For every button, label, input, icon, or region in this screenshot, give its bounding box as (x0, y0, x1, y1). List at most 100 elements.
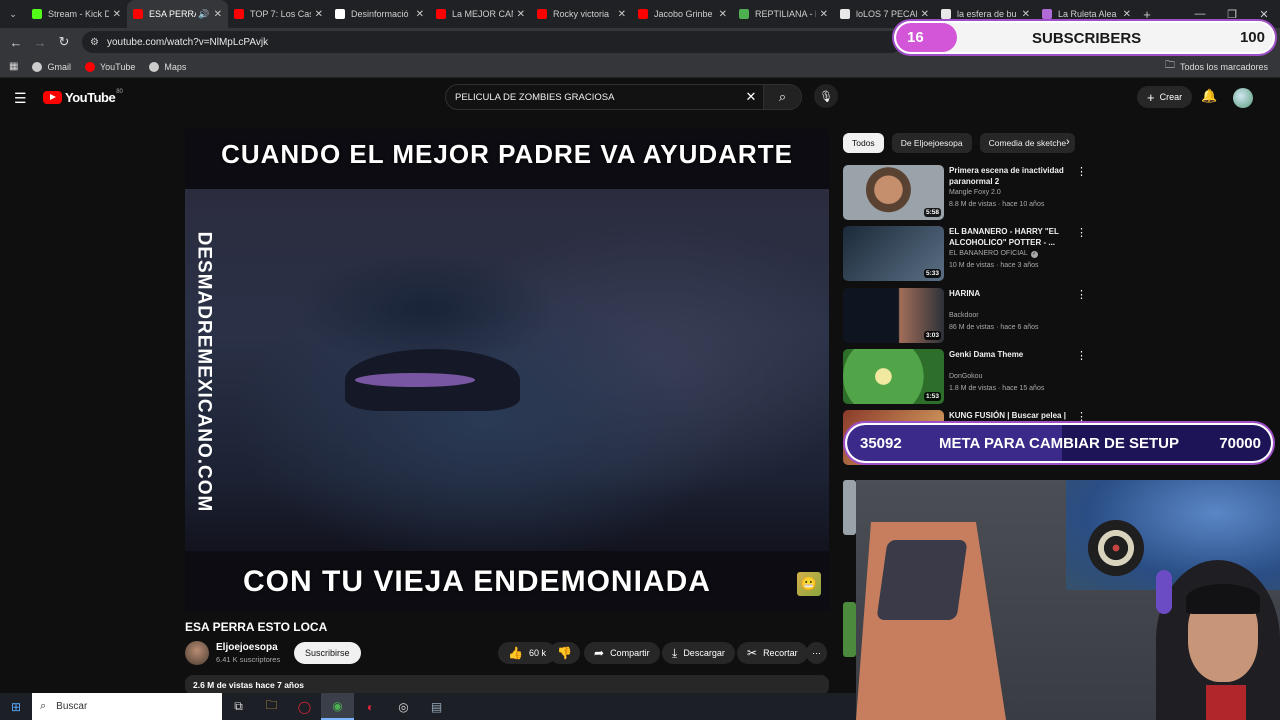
filter-chip[interactable]: Todos (843, 133, 884, 153)
browser-tab[interactable]: TOP 7: Los Cas ✕ (228, 0, 329, 28)
tab-close-icon[interactable]: ✕ (517, 9, 525, 20)
channel-avatar[interactable] (185, 641, 209, 665)
hamburger-menu-icon[interactable]: ☰ (14, 90, 27, 107)
video-player[interactable]: CUANDO EL MEJOR PADRE VA AYUDARTE DESMAD… (185, 129, 829, 611)
account-avatar[interactable] (1233, 88, 1253, 108)
like-button[interactable]: 👍 60 k (498, 642, 556, 664)
tab-favicon-icon (840, 9, 850, 19)
recommendation-item[interactable]: 1:53 Genki Dama Theme DonGokou 1.8 M de vis… (843, 349, 1087, 404)
chrome-icon[interactable]: ◉ (321, 693, 354, 720)
opera-icon[interactable]: ◐ (354, 693, 387, 720)
create-button[interactable]: + Crear (1137, 86, 1193, 108)
more-vert-icon[interactable]: ⋮ (1076, 349, 1087, 362)
task-view-icon[interactable]: ⧉ (222, 693, 255, 720)
tab-close-icon[interactable]: ✕ (416, 9, 424, 20)
tab-close-icon[interactable]: ✕ (820, 9, 828, 20)
site-settings-icon[interactable]: ⚙ (90, 37, 99, 48)
dislike-button[interactable]: 👎 (549, 642, 580, 664)
tab-title: ESA PERRA (149, 9, 197, 19)
tab-audio-icon[interactable]: 🔊 (198, 9, 209, 20)
thumbs-down-icon: 👎 (557, 646, 572, 660)
youtube-logo-text: YouTube (65, 90, 116, 105)
tab-title: Desinformació (351, 9, 409, 19)
video-duration: 1:53 (923, 392, 941, 401)
more-vert-icon[interactable]: ⋮ (1076, 288, 1087, 301)
close-window-icon[interactable]: ✕ (1248, 8, 1280, 21)
recommendation-channel: EL BANANERO OFICIAL ✓ (949, 250, 1038, 258)
browser-tab[interactable]: REPTILIANA - B ✕ (733, 0, 834, 28)
create-label: Crear (1159, 92, 1183, 102)
recommendation-meta: 1.8 M de vistas · hace 15 años (949, 385, 1045, 392)
filter-chip[interactable]: De Eljoejoesopa (891, 133, 972, 153)
url-text: youtube.com/watch?v=NlMpLcPAvjk (106, 36, 269, 48)
bookmark-item[interactable]: Maps (149, 61, 186, 72)
recommendation-title: EL BANANERO - HARRY "EL ALCOHOLICO" POTT… (949, 227, 1059, 247)
more-vert-icon[interactable]: ⋮ (1076, 410, 1087, 423)
tab-search-chevron-icon[interactable]: ⌄ (0, 0, 26, 28)
app-window-icon[interactable]: ▤ (420, 693, 453, 720)
browser-tab[interactable]: Desinformació ✕ (329, 0, 430, 28)
opera-gx-icon[interactable]: ◯ (288, 693, 321, 720)
clip-button[interactable]: ✂ Recortar (737, 642, 808, 664)
tab-close-icon[interactable]: ✕ (1123, 9, 1131, 20)
bookmark-item[interactable]: YouTube (84, 61, 135, 72)
apps-grid-icon[interactable]: ▦ (9, 61, 18, 72)
taskbar-search-placeholder: Buscar (56, 701, 88, 712)
clear-search-icon[interactable]: ✕ (739, 89, 763, 105)
screen: ⌄ Stream - Kick D ✕ ESA PERRA 🔊 ✕ TOP 7: Los … (0, 0, 1280, 720)
recommendation-thumbnail[interactable]: 5:33 (843, 226, 944, 281)
recommendation-thumbnail[interactable]: 5:58 (843, 165, 944, 220)
tab-title: REPTILIANA - B (755, 9, 816, 19)
reload-icon[interactable]: ↻ (52, 34, 76, 50)
tab-close-icon[interactable]: ✕ (1022, 9, 1030, 20)
subscribe-label: Suscribirse (305, 648, 350, 658)
obs-icon[interactable]: ◎ (387, 693, 420, 720)
voice-search-mic-icon[interactable]: 🎙 (814, 84, 838, 108)
search-input[interactable]: PELICULA DE ZOMBIES GRACIOSA (446, 92, 739, 103)
filter-chip[interactable]: Comedia de sketche (979, 133, 1076, 153)
all-bookmarks[interactable]: 🗀 Todos los marcadores (1165, 58, 1268, 75)
notifications-bell-icon[interactable]: 🔔 (1201, 88, 1217, 104)
tab-close-icon[interactable]: ✕ (214, 9, 222, 20)
recommendation-item[interactable]: 3:03 HARINA Backdoor 86 M de vistas · hace … (843, 288, 1087, 343)
more-vert-icon[interactable]: ⋮ (1076, 226, 1087, 239)
youtube-logo[interactable]: YouTube 80 (43, 89, 123, 105)
browser-tab[interactable]: Rocky victoria ✕ (531, 0, 632, 28)
tab-close-icon[interactable]: ✕ (618, 9, 626, 20)
bookmark-item[interactable]: Gmail (32, 61, 71, 72)
download-label: Descargar (683, 648, 725, 658)
recommendation-item[interactable]: 5:58 Primera escena de inactividad parano… (843, 165, 1087, 220)
recommendation-thumbnail[interactable]: 3:03 (843, 288, 944, 343)
recommendation-channel: Mangle Foxy 2.0 (949, 189, 1001, 196)
forward-arrow-icon[interactable]: → (28, 35, 52, 50)
more-actions-button[interactable]: ⋯ (806, 642, 827, 664)
chips-next-chevron-icon[interactable]: › (1066, 136, 1070, 148)
search-button[interactable]: ⌕ (763, 85, 801, 109)
tab-close-icon[interactable]: ✕ (719, 9, 727, 20)
download-button[interactable]: ⤓ Descargar (662, 642, 735, 664)
share-button[interactable]: ➦ Compartir (584, 642, 660, 664)
tab-close-icon[interactable]: ✕ (315, 9, 323, 20)
new-tab-plus-icon[interactable]: + (1137, 7, 1157, 22)
minimize-icon[interactable]: — (1184, 8, 1216, 20)
subscribe-button[interactable]: Suscribirse (294, 642, 361, 664)
browser-tab[interactable]: Jacobo Grinbe ✕ (632, 0, 733, 28)
tab-favicon-icon (32, 9, 42, 19)
url-bar[interactable]: ⚙ youtube.com/watch?v=NlMpLcPAvjk (82, 31, 902, 53)
taskbar-search[interactable]: ⌕ Buscar (32, 693, 222, 720)
recommendation-item[interactable]: 5:33 EL BANANERO - HARRY "EL ALCOHOLICO" … (843, 226, 1087, 281)
restore-icon[interactable]: ❐ (1216, 8, 1248, 21)
windows-start-icon[interactable]: ⊞ (0, 700, 32, 714)
tab-close-icon[interactable]: ✕ (921, 9, 929, 20)
description-box[interactable]: 2.6 M de vistas hace 7 años (185, 675, 829, 695)
browser-tab[interactable]: ESA PERRA 🔊 ✕ (127, 0, 228, 28)
share-label: Compartir (610, 648, 650, 658)
more-vert-icon[interactable]: ⋮ (1076, 165, 1087, 178)
browser-tab[interactable]: Stream - Kick D ✕ (26, 0, 127, 28)
browser-tab[interactable]: La MEJOR CAN ✕ (430, 0, 531, 28)
file-explorer-icon[interactable]: 🗀 (255, 693, 288, 720)
channel-name[interactable]: Eljoejoesopa (216, 642, 278, 653)
recommendation-thumbnail[interactable]: 1:53 (843, 349, 944, 404)
back-arrow-icon[interactable]: ← (4, 35, 28, 50)
tab-close-icon[interactable]: ✕ (113, 9, 121, 20)
